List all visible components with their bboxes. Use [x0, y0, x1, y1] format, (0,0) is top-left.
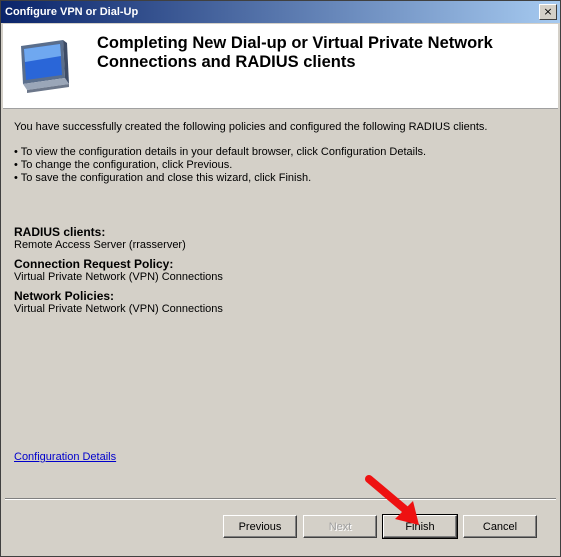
next-button: Next: [303, 515, 377, 538]
instruction-item: • To save the configuration and close th…: [14, 172, 312, 184]
section-heading: RADIUS clients:: [14, 225, 106, 239]
section-value: Virtual Private Network (VPN) Connection…: [14, 303, 223, 315]
network-policies-section: Network Policies: Virtual Private Networ…: [14, 289, 544, 316]
radius-clients-section: RADIUS clients: Remote Access Server (rr…: [14, 225, 544, 252]
wizard-header: Completing New Dial-up or Virtual Privat…: [3, 24, 558, 109]
title-bar[interactable]: Configure VPN or Dial-Up ×: [1, 1, 560, 23]
section-value: Virtual Private Network (VPN) Connection…: [14, 271, 223, 283]
wizard-window: Configure VPN or Dial-Up × Completing Ne…: [0, 0, 561, 557]
page-title: Completing New Dial-up or Virtual Privat…: [97, 34, 493, 71]
instruction-item: • To view the configuration details in y…: [14, 146, 427, 158]
finish-button[interactable]: Finish: [382, 514, 458, 539]
section-heading: Connection Request Policy:: [14, 257, 174, 271]
section-value: Remote Access Server (rrasserver): [14, 239, 186, 251]
window-title: Configure VPN or Dial-Up: [5, 6, 139, 18]
intro-text: You have successfully created the follow…: [14, 121, 488, 133]
computer-monitor-icon: [21, 40, 69, 93]
instruction-item: • To change the configuration, click Pre…: [14, 159, 233, 171]
cancel-button[interactable]: Cancel: [463, 515, 537, 538]
close-button[interactable]: ×: [539, 4, 557, 20]
connection-request-policy-section: Connection Request Policy: Virtual Priva…: [14, 257, 544, 284]
instruction-list: • To view the configuration details in y…: [14, 146, 544, 185]
summary-content: You have successfully created the follow…: [14, 120, 544, 316]
configuration-details-link[interactable]: Configuration Details: [14, 451, 116, 463]
previous-button[interactable]: Previous: [223, 515, 297, 538]
divider: [5, 498, 556, 500]
section-heading: Network Policies:: [14, 289, 115, 303]
